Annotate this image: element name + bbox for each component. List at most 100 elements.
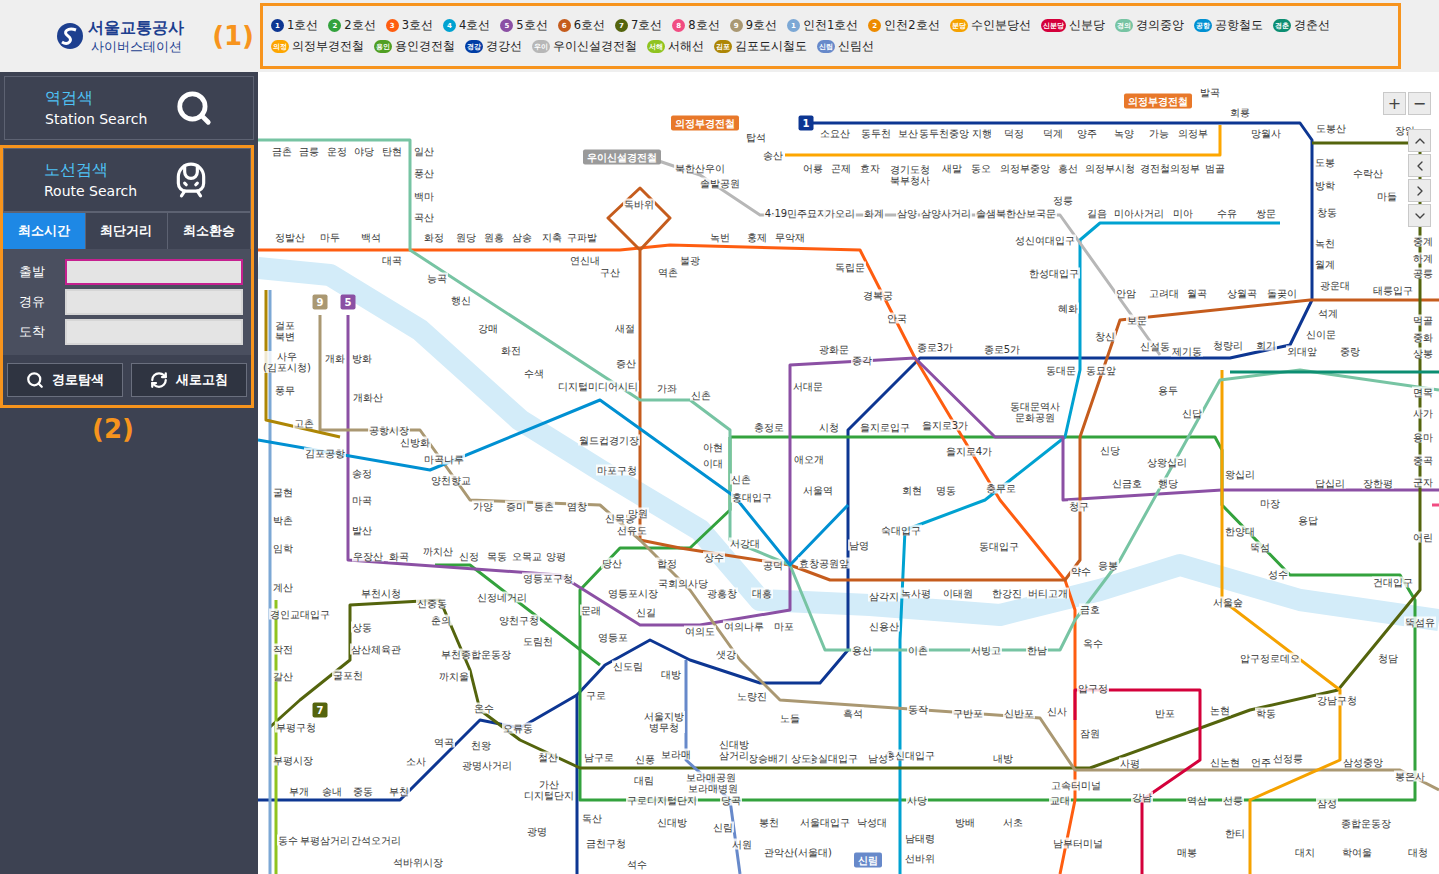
station-label[interactable]: 청량리	[1212, 340, 1244, 351]
station-label[interactable]: 청담	[1377, 653, 1399, 664]
station-label[interactable]: 당곡	[720, 795, 742, 806]
station-label[interactable]: 남영	[848, 540, 870, 551]
logo[interactable]: 서울교통공사사이버스테이션	[56, 18, 184, 55]
station-label[interactable]: 오목교	[511, 551, 543, 562]
station-label[interactable]: 구로	[585, 690, 607, 701]
pan-button[interactable]	[1408, 179, 1431, 202]
station-label[interactable]: 잠원	[1079, 728, 1101, 739]
station-label[interactable]: 상도	[790, 753, 812, 764]
field-input[interactable]	[65, 289, 243, 315]
route-tab[interactable]: 최소환승	[168, 213, 251, 249]
station-label[interactable]: 4·19민주묘지	[764, 208, 828, 219]
station-search[interactable]: 역검색Station Search	[4, 76, 254, 140]
legend-item[interactable]: 용인용인경전철	[374, 39, 455, 54]
station-label[interactable]: 합정	[656, 558, 678, 569]
station-label[interactable]: 봉은사	[1394, 771, 1426, 782]
station-label[interactable]: 목동	[486, 551, 508, 562]
station-label[interactable]: 부평시장	[272, 755, 314, 766]
station-label[interactable]: 광운대	[1319, 280, 1351, 291]
station-label[interactable]: 압구정	[1077, 683, 1109, 694]
station-label[interactable]: 강매	[477, 323, 499, 334]
station-label[interactable]: 광흥창	[706, 588, 738, 599]
station-label[interactable]: 송산	[762, 150, 784, 161]
legend-item[interactable]: 1인천1호선	[787, 18, 858, 33]
legend-item[interactable]: 55호선	[500, 18, 547, 33]
legend-item[interactable]: 의정의정부경전철	[271, 39, 364, 54]
station-label[interactable]: 중동	[352, 786, 374, 797]
station-label[interactable]: 금촌	[271, 146, 293, 157]
station-label[interactable]: 신논현	[1209, 757, 1241, 768]
legend-item[interactable]: 공항공항철도	[1194, 18, 1263, 33]
station-label[interactable]: 공항시장	[368, 425, 410, 436]
station-label[interactable]: 창동	[1316, 207, 1338, 218]
station-label[interactable]: 용답	[1297, 515, 1319, 526]
station-label[interactable]: 용산	[851, 645, 873, 656]
station-label[interactable]: 을지로4가	[945, 446, 993, 457]
station-label[interactable]: 보산	[897, 128, 919, 139]
station-label[interactable]: 한양대	[1224, 526, 1256, 537]
station-label[interactable]: 총신대입구	[884, 750, 936, 761]
station-label[interactable]: 화계	[863, 208, 885, 219]
station-label[interactable]: 양천구청	[498, 615, 540, 626]
station-label[interactable]: 역곡	[433, 737, 455, 748]
station-label[interactable]: 노들	[779, 713, 801, 724]
station-label[interactable]: 봉천	[758, 817, 780, 828]
station-label[interactable]: 삼성	[1316, 798, 1338, 809]
station-label[interactable]: 영등포시장	[607, 588, 659, 599]
station-label[interactable]: 계산	[272, 582, 294, 593]
station-label[interactable]: 박촌	[272, 515, 294, 526]
station-label[interactable]: 광명사거리	[461, 760, 513, 771]
station-label[interactable]: 청구	[1068, 501, 1090, 512]
station-label[interactable]: 화전	[500, 345, 522, 356]
station-label[interactable]: 한성대입구	[1028, 268, 1080, 279]
station-label[interactable]: 학동	[1255, 708, 1277, 719]
station-label[interactable]: 마포구청	[596, 465, 638, 476]
station-label[interactable]: 신풍	[634, 754, 656, 765]
station-label[interactable]: 상동	[351, 622, 373, 633]
station-label[interactable]: 선바위	[904, 853, 936, 864]
station-label[interactable]: 범골	[1204, 163, 1226, 174]
station-label[interactable]: 이촌	[907, 645, 929, 656]
station-label[interactable]: 흥선	[1057, 163, 1079, 174]
station-label[interactable]: 양주	[1076, 128, 1098, 139]
station-label[interactable]: 신방화	[399, 437, 431, 448]
station-label[interactable]: 외대앞	[1286, 346, 1318, 357]
station-label[interactable]: 동대문역사 문화공원	[1009, 401, 1061, 423]
station-label[interactable]: 온수	[473, 703, 495, 714]
station-label[interactable]: 돌곶이	[1266, 288, 1298, 299]
station-label[interactable]: 고려대	[1148, 288, 1180, 299]
station-label[interactable]: 논현	[1209, 705, 1231, 716]
station-label[interactable]: 을지로입구	[859, 422, 911, 433]
station-label[interactable]: 흑석	[842, 708, 864, 719]
station-label[interactable]: 가양	[472, 501, 494, 512]
station-label[interactable]: 보문	[1126, 315, 1148, 326]
legend-item[interactable]: 66호선	[558, 18, 605, 33]
station-label[interactable]: 대림	[633, 775, 655, 786]
station-label[interactable]: 대방	[660, 669, 682, 680]
station-label[interactable]: 을지로3가	[921, 420, 969, 431]
station-label[interactable]: 건대입구	[1372, 577, 1414, 588]
legend-item[interactable]: 경의경의중앙	[1115, 18, 1184, 33]
station-label[interactable]: 송내	[321, 786, 343, 797]
legend-item[interactable]: 서해서해선	[647, 39, 704, 54]
station-label[interactable]: 북한산우이	[674, 163, 726, 174]
station-label[interactable]: 하계	[1412, 253, 1434, 264]
station-label[interactable]: 덕정	[1003, 128, 1025, 139]
station-label[interactable]: 솔밭공원	[699, 178, 741, 189]
legend-item[interactable]: 99호선	[730, 18, 777, 33]
station-label[interactable]: 염창	[566, 501, 588, 512]
station-label[interactable]: 월계	[1314, 259, 1336, 270]
station-label[interactable]: 역촌	[657, 267, 679, 278]
station-label[interactable]: 이태원	[942, 588, 974, 599]
station-label[interactable]: 지축	[541, 232, 563, 243]
station-label[interactable]: 지행	[971, 128, 993, 139]
station-label[interactable]: 어룡	[802, 163, 824, 174]
route-tab[interactable]: 최소시간	[3, 213, 86, 249]
station-label[interactable]: 신설동	[1139, 341, 1171, 352]
station-label[interactable]: 삼양	[896, 208, 918, 219]
station-label[interactable]: 한티	[1224, 828, 1246, 839]
station-label[interactable]: 사평	[1119, 758, 1141, 769]
station-label[interactable]: 동작	[907, 704, 929, 715]
legend-item[interactable]: 44호선	[443, 18, 490, 33]
station-label[interactable]: 운정	[326, 146, 348, 157]
